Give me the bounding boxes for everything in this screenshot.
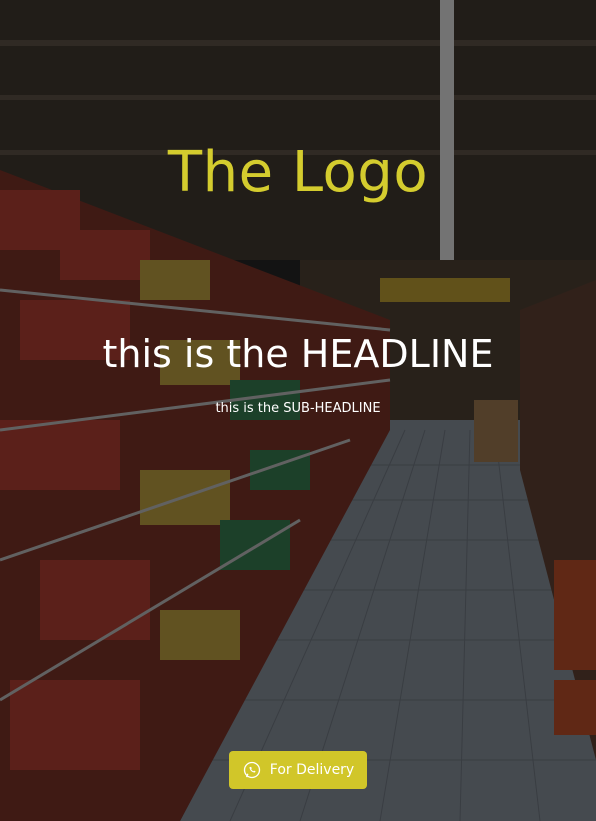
headline: this is the HEADLINE <box>102 332 494 376</box>
whatsapp-icon <box>243 761 260 779</box>
delivery-button[interactable]: For Delivery <box>229 751 367 789</box>
logo[interactable]: The Logo <box>0 140 596 205</box>
delivery-button-label: For Delivery <box>269 762 355 778</box>
hero-section: The Logo this is the HEADLINE this is th… <box>0 0 596 821</box>
subheadline: this is the SUB-HEADLINE <box>215 401 381 416</box>
